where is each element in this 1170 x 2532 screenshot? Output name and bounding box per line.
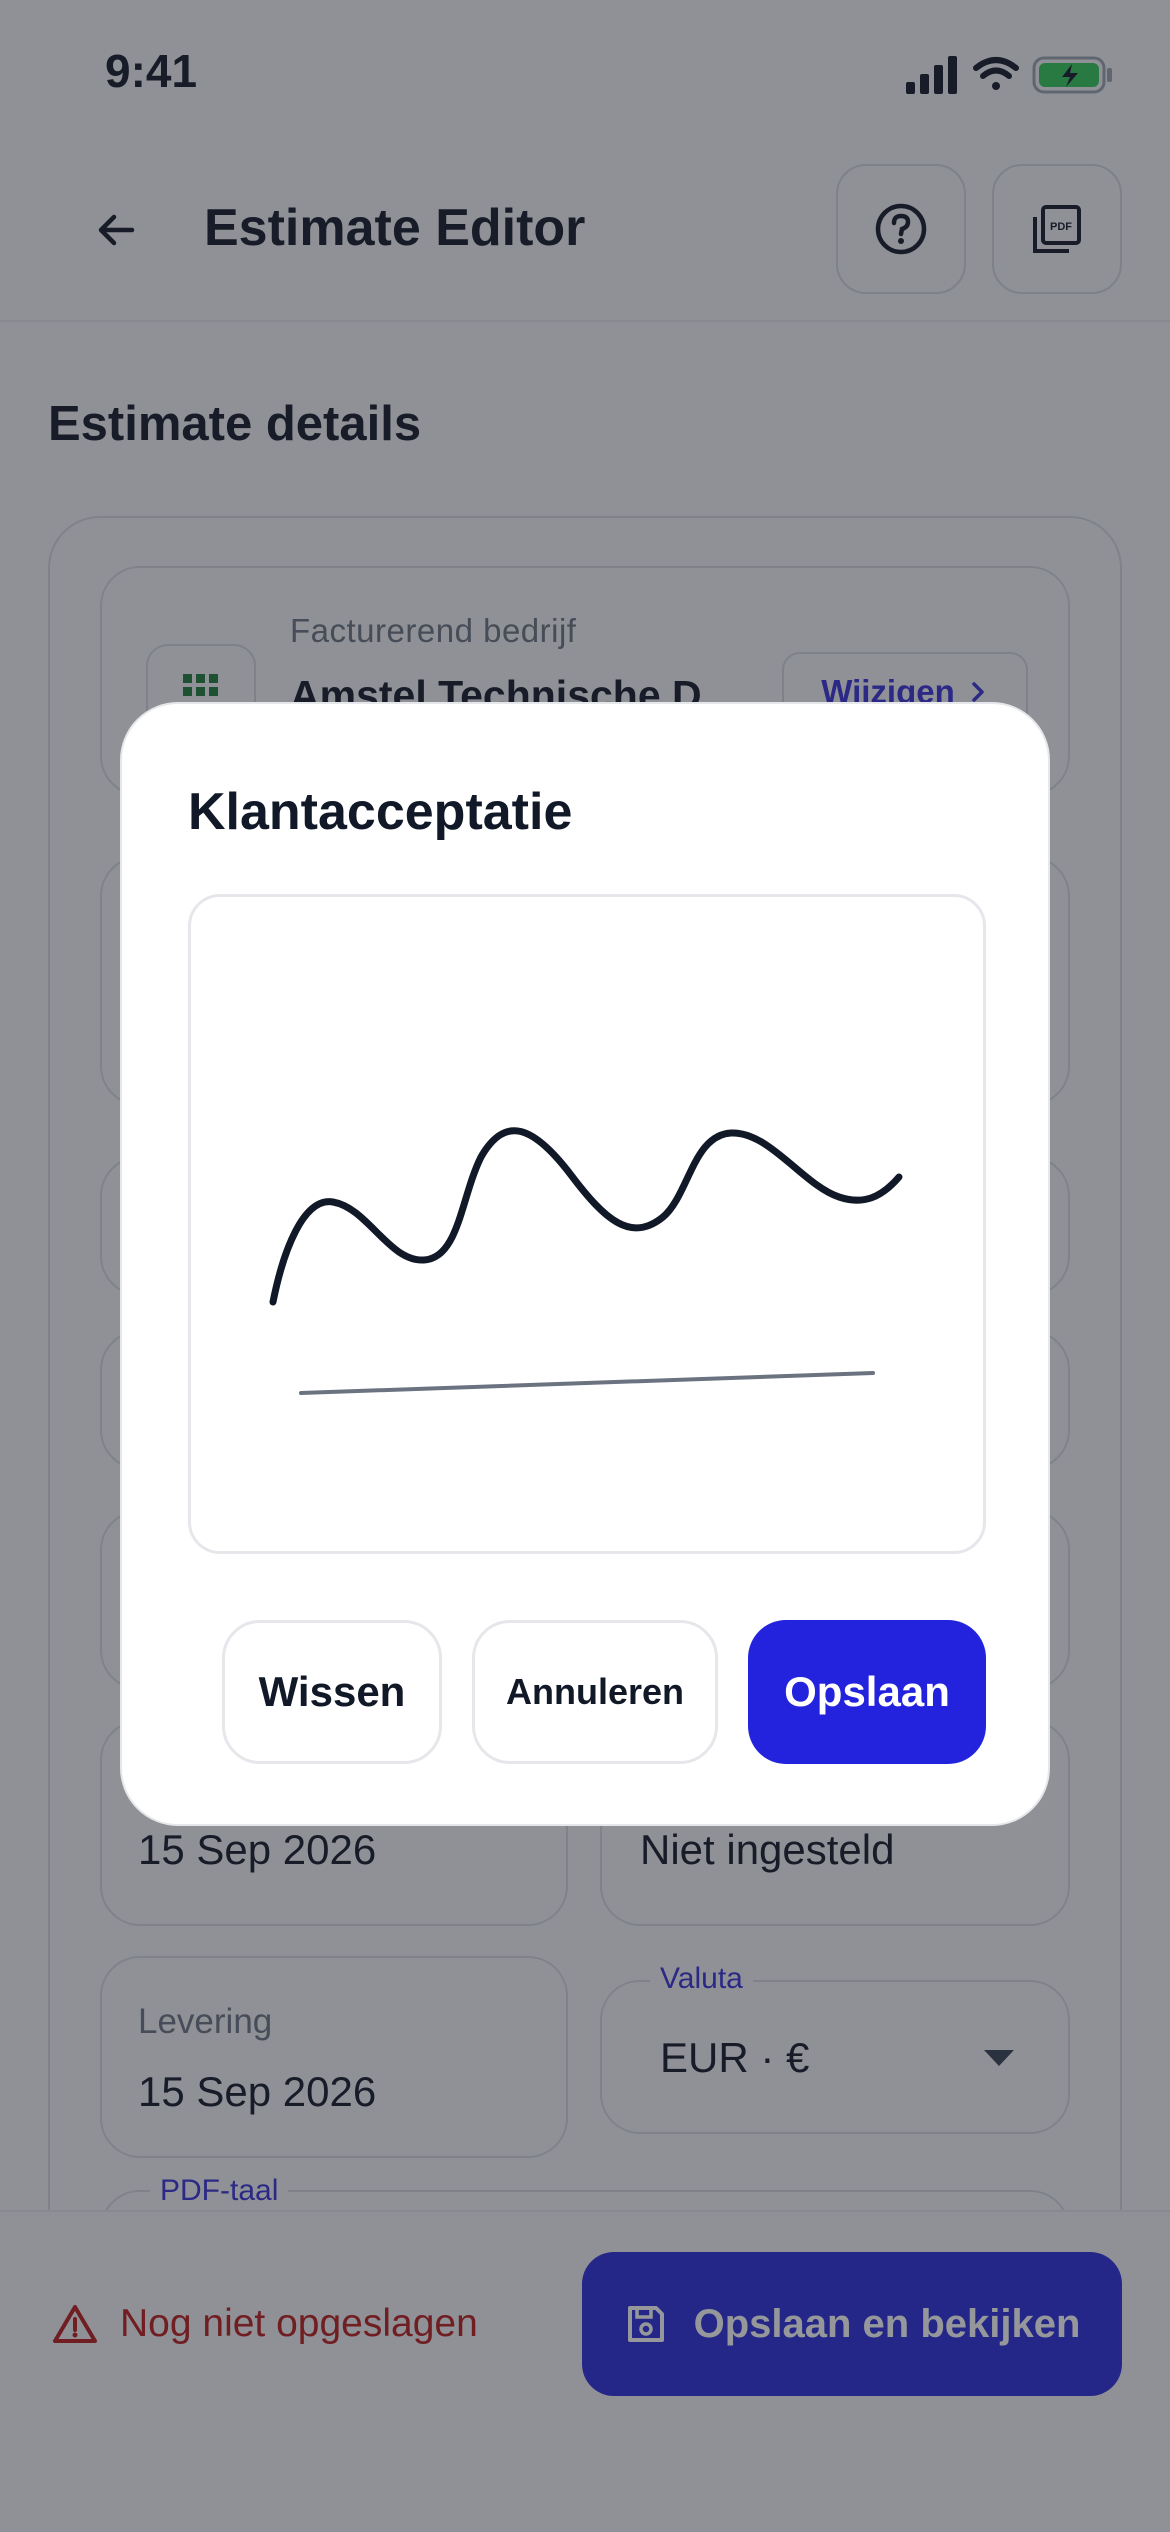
signature-pad[interactable] (188, 894, 986, 1554)
dialog-title: Klantacceptatie (188, 783, 573, 841)
signature-stroke (269, 1127, 903, 1306)
signature-dialog: Klantacceptatie Wissen Annuleren Opslaan (120, 702, 1050, 1826)
cancel-button[interactable]: Annuleren (472, 1620, 718, 1764)
save-button[interactable]: Opslaan (748, 1620, 986, 1764)
signature-baseline (299, 1371, 875, 1395)
signature-drawing (269, 1127, 903, 1395)
clear-button[interactable]: Wissen (222, 1620, 442, 1764)
